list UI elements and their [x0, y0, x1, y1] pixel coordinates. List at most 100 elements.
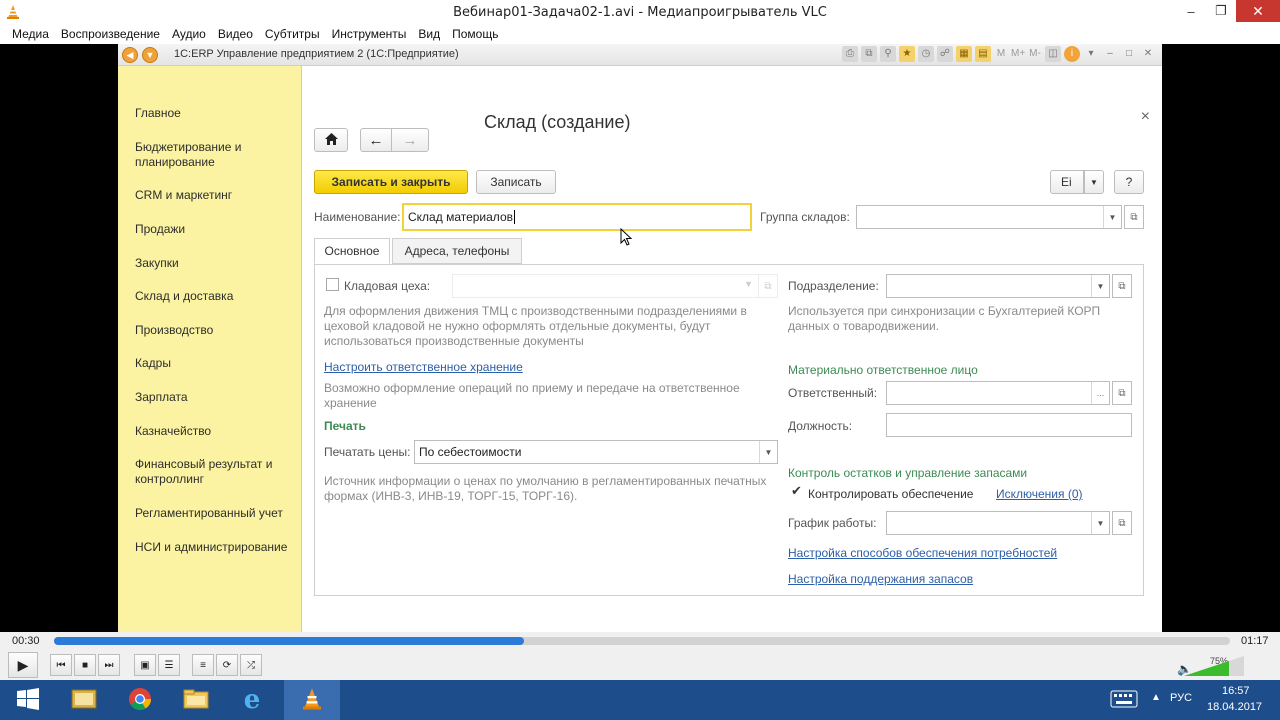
sidebar-item-treasury[interactable]: Казначейство — [135, 424, 295, 439]
menu-media[interactable]: Медиа — [6, 24, 55, 44]
back-button[interactable]: ← — [360, 128, 392, 152]
schedule-input[interactable]: ▼ — [886, 511, 1110, 535]
close-form-icon[interactable]: × — [1141, 108, 1150, 126]
name-input[interactable]: Склад материалов — [402, 203, 752, 231]
restore-button[interactable]: ❐ — [1206, 0, 1236, 22]
fullscreen-button[interactable]: ▣ — [134, 654, 156, 676]
forward-button[interactable]: → — [391, 128, 429, 152]
open-schedule-icon[interactable]: ⧉ — [1112, 511, 1132, 535]
sidebar-item-nsi-admin[interactable]: НСИ и администрирование — [135, 540, 295, 555]
sidebar-item-sales[interactable]: Продажи — [135, 222, 295, 237]
erp-title: 1С:ERP Управление предприятием 2 (1С:Пре… — [174, 48, 459, 60]
back-circle-icon[interactable]: ◀ — [122, 47, 138, 63]
clock-date[interactable]: 18.04.2017 — [1207, 701, 1262, 713]
taskbar-app-explorer[interactable] — [168, 680, 224, 720]
sidebar-item-warehouse[interactable]: Склад и доставка — [135, 289, 295, 304]
responsible-input[interactable]: … — [886, 381, 1110, 405]
menu-tools[interactable]: Инструменты — [326, 24, 413, 44]
tab-addresses[interactable]: Адреса, телефоны — [392, 238, 522, 264]
sidebar-item-crm[interactable]: CRM и маркетинг — [135, 188, 295, 203]
open-responsible-icon[interactable]: ⧉ — [1112, 381, 1132, 405]
shuffle-button[interactable]: ⤮ — [240, 654, 262, 676]
sidebar-item-budgeting[interactable]: Бюджетирование и планирование — [135, 140, 295, 170]
menu-circle-icon[interactable]: ▼ — [142, 47, 158, 63]
chevron-down-icon[interactable]: ▼ — [1103, 206, 1121, 228]
chevron-down-icon[interactable]: ▼ — [759, 441, 777, 463]
print-icon[interactable]: ⎙ — [842, 46, 858, 62]
start-button[interactable] — [0, 680, 56, 720]
sidebar-item-financial-result[interactable]: Финансовый результат и контроллинг — [135, 457, 295, 487]
responsible-storage-link[interactable]: Настроить ответственное хранение — [324, 360, 523, 374]
stock-settings-link[interactable]: Настройка поддержания запасов — [788, 572, 973, 586]
keyboard-icon[interactable] — [1110, 690, 1138, 711]
seek-bar[interactable] — [54, 637, 1230, 645]
favorites-icon[interactable]: ★ — [899, 46, 915, 62]
sidebar-item-production[interactable]: Производство — [135, 323, 295, 338]
print-prices-select[interactable]: По себестоимости ▼ — [414, 440, 778, 464]
warehouse-form: ← → Склад (создание) × Записать и закрыт… — [302, 66, 1162, 632]
more-dropdown-icon[interactable]: ▼ — [1084, 170, 1104, 194]
history-icon[interactable]: ◷ — [918, 46, 934, 62]
close-erp-icon[interactable]: ✕ — [1140, 46, 1156, 62]
tray-expand-icon[interactable]: ▲ — [1151, 692, 1161, 703]
taskbar-app-ie[interactable]: e — [224, 680, 280, 720]
copy-icon[interactable]: ⧉ — [861, 46, 877, 62]
minimize-erp-icon[interactable]: – — [1102, 46, 1118, 62]
chevron-down-icon[interactable]: ▼ — [1091, 512, 1109, 534]
help-button[interactable]: ? — [1114, 170, 1144, 194]
select-ellipsis-icon[interactable]: … — [1091, 382, 1109, 404]
chevron-down-icon[interactable]: ▼ — [1091, 275, 1109, 297]
tab-main[interactable]: Основное — [314, 238, 390, 264]
stop-button[interactable]: ■ — [74, 654, 96, 676]
group-input[interactable]: ▼ — [856, 205, 1122, 229]
position-input[interactable] — [886, 413, 1132, 437]
calculator-icon[interactable]: ▦ — [956, 46, 972, 62]
menu-subtitles[interactable]: Субтитры — [259, 24, 326, 44]
next-button[interactable]: ⏭ — [98, 654, 120, 676]
menu-help[interactable]: Помощь — [446, 24, 504, 44]
control-checkbox[interactable]: ✔ — [790, 483, 803, 500]
loop-button[interactable]: ⟳ — [216, 654, 238, 676]
volume-slider[interactable] — [1184, 656, 1244, 676]
panels-icon[interactable]: ◫ — [1045, 46, 1061, 62]
sidebar-item-regulated-accounting[interactable]: Регламентированный учет — [135, 506, 295, 521]
taskbar-app-chrome[interactable] — [112, 680, 168, 720]
workshop-checkbox[interactable] — [326, 278, 339, 291]
extended-settings-button[interactable]: ☰ — [158, 654, 180, 676]
more-button[interactable]: Ei — [1050, 170, 1084, 194]
link-icon[interactable]: ☍ — [937, 46, 953, 62]
close-button[interactable]: ✕ — [1236, 0, 1280, 22]
taskbar-app-1c[interactable] — [56, 680, 112, 720]
taskbar-app-vlc[interactable] — [284, 680, 340, 720]
playlist-button[interactable]: ≡ — [192, 654, 214, 676]
sidebar-item-main[interactable]: Главное — [135, 106, 295, 121]
save-and-close-button[interactable]: Записать и закрыть — [314, 170, 468, 194]
open-group-icon[interactable]: ⧉ — [1124, 205, 1144, 229]
search-icon[interactable]: ⚲ — [880, 46, 896, 62]
clock-time[interactable]: 16:57 — [1222, 685, 1250, 697]
play-button[interactable]: ▶ — [8, 652, 38, 678]
supply-settings-link[interactable]: Настройка способов обеспечения потребнос… — [788, 546, 1057, 560]
sidebar-item-staff[interactable]: Кадры — [135, 356, 295, 371]
maximize-erp-icon[interactable]: □ — [1121, 46, 1137, 62]
menu-audio[interactable]: Аудио — [166, 24, 212, 44]
minimize-button[interactable]: – — [1176, 0, 1206, 22]
sidebar-item-salary[interactable]: Зарплата — [135, 390, 295, 405]
memory-minus-button[interactable]: M- — [1028, 46, 1042, 62]
menu-video[interactable]: Видео — [212, 24, 259, 44]
previous-button[interactable]: ⏮ — [50, 654, 72, 676]
menu-view[interactable]: Вид — [412, 24, 446, 44]
memory-m-button[interactable]: M — [994, 46, 1008, 62]
calendar-icon[interactable]: ▤ — [975, 46, 991, 62]
info-icon[interactable]: i — [1064, 46, 1080, 62]
home-button[interactable] — [314, 128, 348, 152]
memory-plus-button[interactable]: M+ — [1011, 46, 1025, 62]
sidebar-item-purchases[interactable]: Закупки — [135, 256, 295, 271]
open-division-icon[interactable]: ⧉ — [1112, 274, 1132, 298]
menu-playback[interactable]: Воспроизведение — [55, 24, 166, 44]
save-button[interactable]: Записать — [476, 170, 556, 194]
language-indicator[interactable]: РУС — [1170, 692, 1192, 704]
dropdown-icon[interactable]: ▾ — [1083, 46, 1099, 62]
exceptions-link[interactable]: Исключения (0) — [996, 487, 1083, 501]
division-input[interactable]: ▼ — [886, 274, 1110, 298]
